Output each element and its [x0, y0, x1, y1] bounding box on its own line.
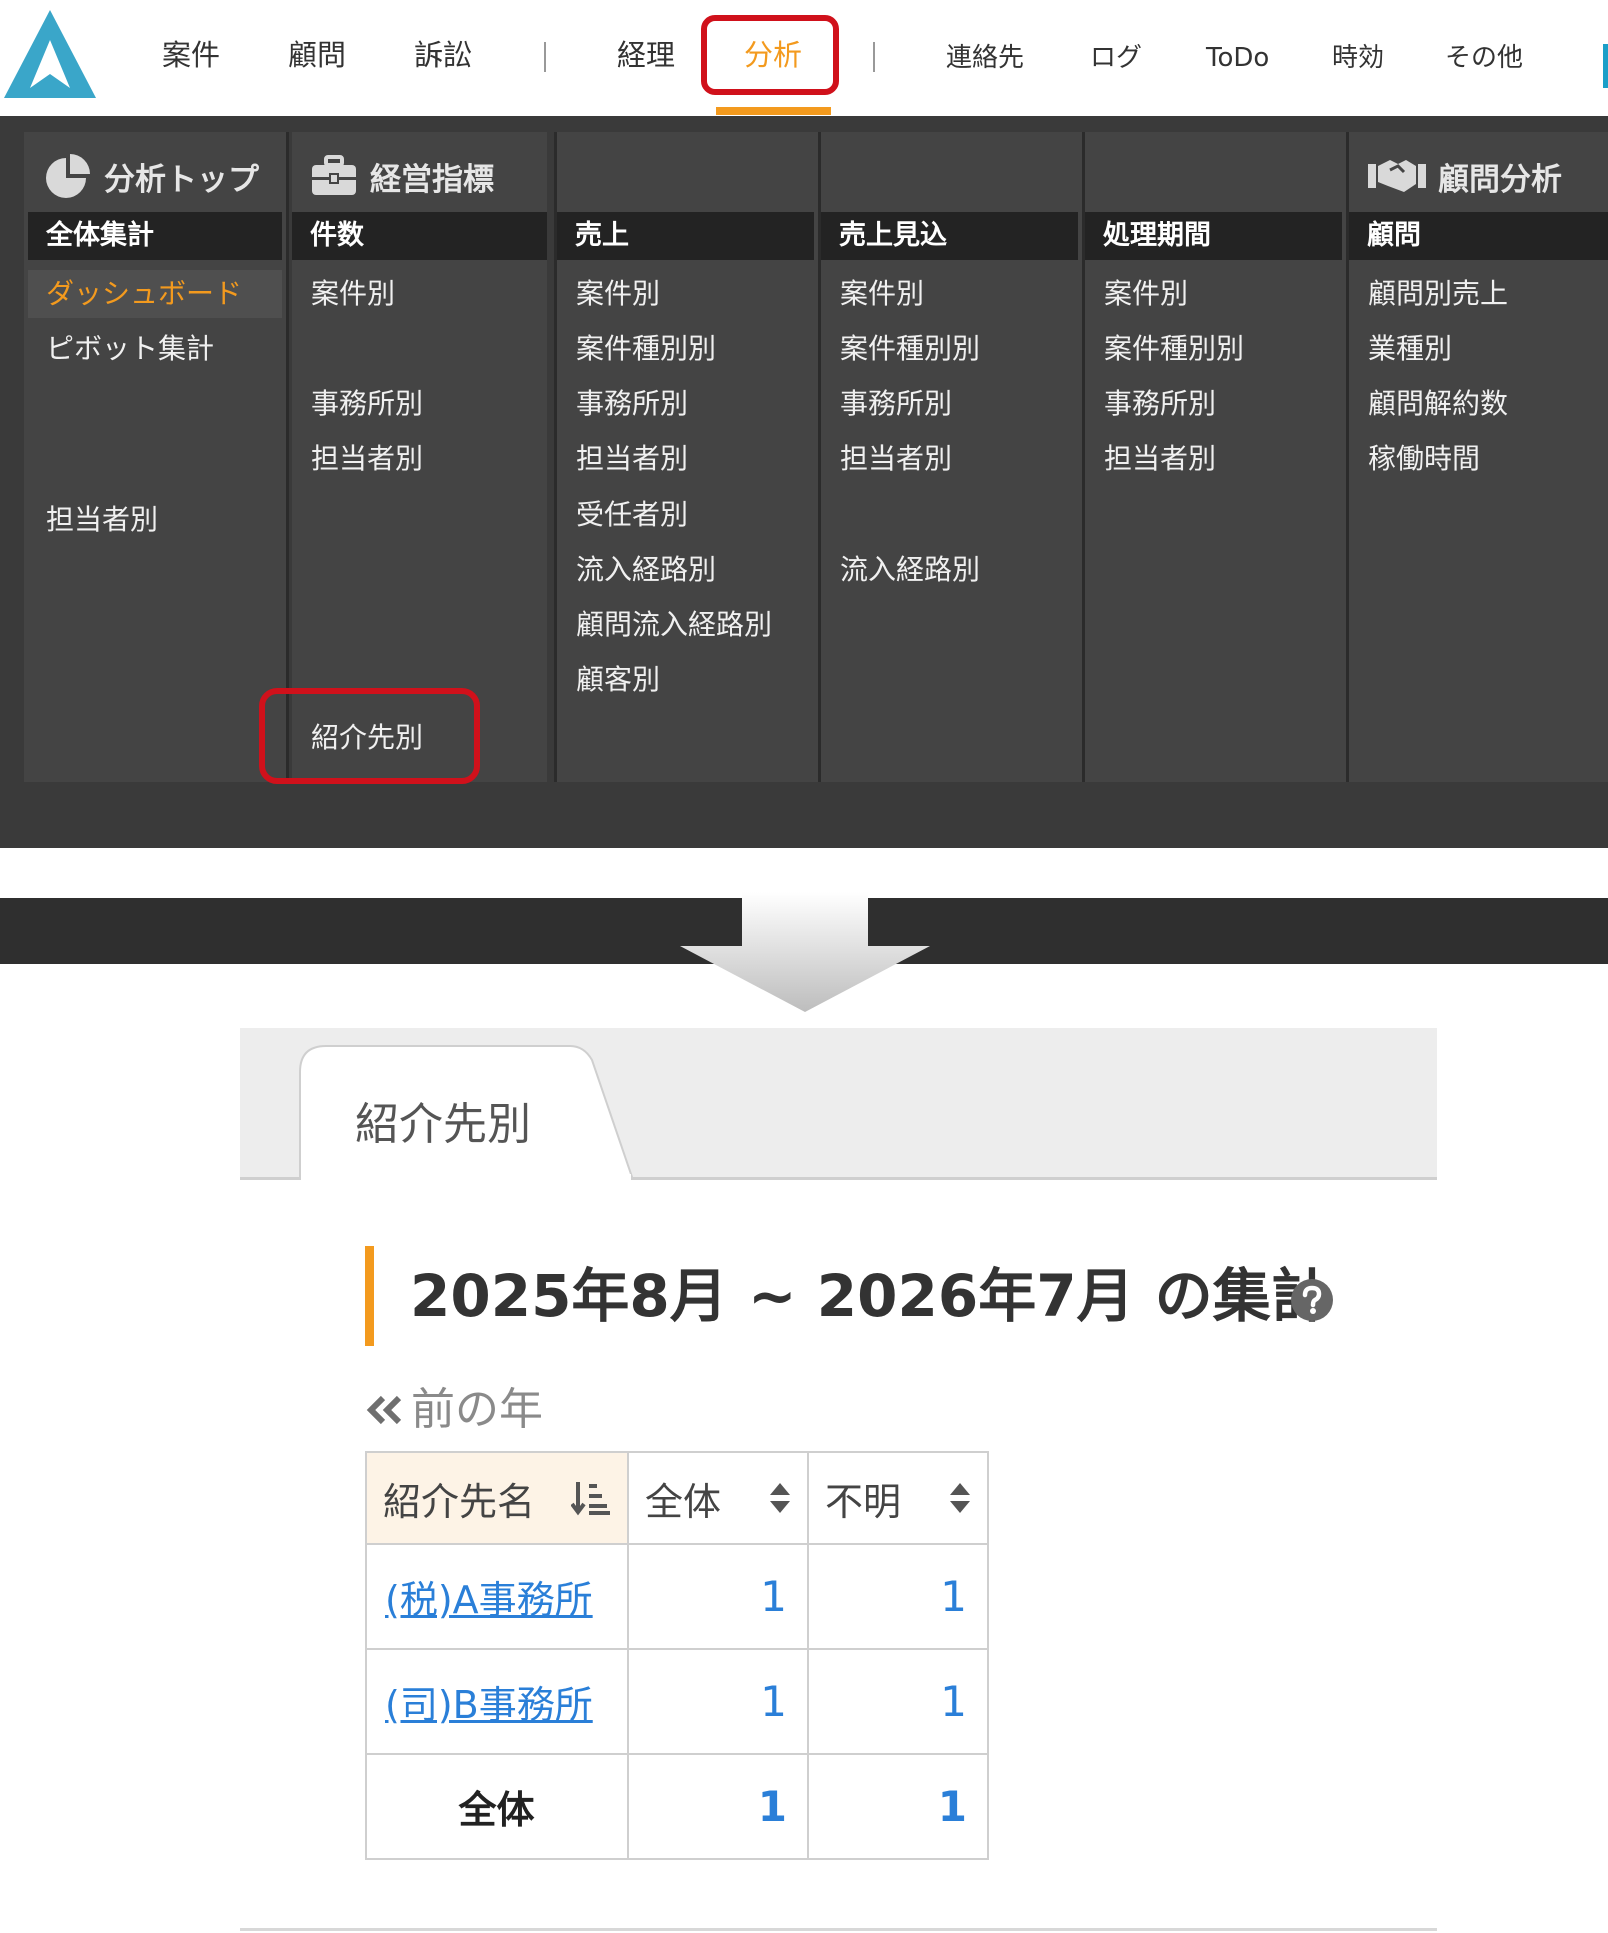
menu-link-forecast-by-channel[interactable]: 流入経路別 [840, 546, 980, 594]
menu-link-sales-by-case-type[interactable]: 案件種別別 [576, 325, 716, 373]
col-header-overall: 全体集計 [28, 212, 282, 260]
menu-link-period-by-office[interactable]: 事務所別 [1104, 380, 1216, 428]
group-management-label: 経営指標 [370, 161, 494, 198]
table-header-row: 紹介先名 全体 不明 [365, 1451, 989, 1545]
sort-updown-icon[interactable] [769, 1481, 791, 1515]
col-header-advisory: 顧問 [1349, 212, 1608, 260]
nav-item-cases[interactable]: 案件 [162, 30, 220, 80]
col-unknown[interactable]: 不明 [807, 1451, 989, 1545]
nav-analysis-highlight-box [701, 15, 839, 95]
menu-link-advisory-cancellations[interactable]: 顧問解約数 [1368, 380, 1508, 428]
nav-item-other[interactable]: その他 [1445, 33, 1523, 83]
menu-link-pivot[interactable]: ピボット集計 [46, 325, 214, 373]
referrer-name-cell: (税)A事務所 [365, 1543, 629, 1650]
nav-item-accounting[interactable]: 経理 [617, 30, 675, 80]
pie-chart-icon [46, 154, 90, 198]
total-count-cell[interactable]: 1 [627, 1648, 809, 1755]
col-unknown-label: 不明 [825, 1479, 902, 1524]
table-total-row: 全体 1 1 [365, 1753, 989, 1860]
question-circle-icon[interactable] [1290, 1278, 1334, 1322]
menu-link-forecast-by-case[interactable]: 案件別 [840, 270, 924, 318]
down-arrow-icon [680, 892, 930, 1012]
menu-link-count-by-case[interactable]: 案件別 [311, 270, 395, 318]
group-analysis-top[interactable]: 分析トップ [44, 146, 259, 206]
nav-item-contacts[interactable]: 連絡先 [946, 33, 1024, 83]
col-referrer-name-label: 紹介先名 [383, 1479, 536, 1524]
menu-link-forecast-by-staff[interactable]: 担当者別 [840, 435, 952, 483]
referrer-name-cell: (司)B事務所 [365, 1648, 629, 1755]
menu-link-period-by-case-type[interactable]: 案件種別別 [1104, 325, 1244, 373]
col-header-processing-period: 処理期間 [1085, 212, 1342, 260]
menu-link-period-by-case[interactable]: 案件別 [1104, 270, 1188, 318]
nav-divider [873, 42, 875, 72]
referrer-link[interactable]: (税)A事務所 [385, 1578, 593, 1622]
nav-item-log[interactable]: ログ [1090, 33, 1142, 83]
grand-unknown-cell[interactable]: 1 [807, 1753, 989, 1860]
app-logo[interactable] [4, 10, 96, 98]
nav-item-litigation[interactable]: 訴訟 [414, 30, 472, 80]
group-analysis-top-label: 分析トップ [104, 161, 259, 198]
analysis-mega-menu: 分析トップ 経営指標 顧問分析 全体集計 件数 売上 売上見込 処理期間 顧問 … [0, 116, 1608, 964]
sort-ascending-icon[interactable] [571, 1480, 611, 1516]
menu-link-sales-by-assignee[interactable]: 受任者別 [576, 491, 688, 539]
table-row: (税)A事務所 1 1 [365, 1543, 989, 1650]
table-row: (司)B事務所 1 1 [365, 1648, 989, 1755]
col-header-sales: 売上 [557, 212, 814, 260]
menu-link-sales-by-staff[interactable]: 担当者別 [576, 435, 688, 483]
menu-link-forecast-by-case-type[interactable]: 案件種別別 [840, 325, 980, 373]
col-total-label: 全体 [645, 1479, 722, 1524]
nav-item-prescription[interactable]: 時効 [1332, 33, 1384, 83]
col-referrer-name[interactable]: 紹介先名 [365, 1451, 629, 1545]
nav-item-advisory[interactable]: 顧問 [288, 30, 346, 80]
unknown-count-cell[interactable]: 1 [807, 1543, 989, 1650]
bottom-divider [240, 1928, 1437, 1931]
menu-link-sales-by-office[interactable]: 事務所別 [576, 380, 688, 428]
referrer-menu-highlight-box [259, 688, 480, 784]
referrer-link[interactable]: (司)B事務所 [385, 1683, 593, 1727]
col-total[interactable]: 全体 [627, 1451, 809, 1545]
prev-year-link[interactable]: 前の年 [365, 1382, 543, 1438]
referrer-summary-table: 紹介先名 全体 不明 (税)A事務所 1 1 (司)B事務所 1 1 全体 1 … [365, 1451, 989, 1860]
nav-right-edge [1603, 44, 1608, 88]
menu-link-sales-by-client[interactable]: 顧客別 [576, 656, 660, 704]
menu-link-sales-by-channel[interactable]: 流入経路別 [576, 546, 716, 594]
menu-link-sales-by-case[interactable]: 案件別 [576, 270, 660, 318]
nav-active-indicator [716, 107, 831, 115]
group-advisory-analysis: 顧問分析 [1368, 146, 1562, 206]
total-row-label: 全体 [365, 1753, 629, 1860]
col-header-sales-forecast: 売上見込 [821, 212, 1078, 260]
heading-accent-bar [365, 1246, 374, 1346]
total-count-cell[interactable]: 1 [627, 1543, 809, 1650]
tab-referrer-label: 紹介先別 [355, 1099, 531, 1150]
handshake-icon [1368, 160, 1426, 192]
menu-link-working-hours[interactable]: 稼働時間 [1368, 435, 1480, 483]
menu-link-count-by-staff[interactable]: 担当者別 [311, 435, 423, 483]
group-management: 経営指標 [310, 146, 494, 206]
nav-item-todo[interactable]: ToDo [1206, 33, 1269, 83]
top-navigation-bar: 案件 顧問 訴訟 経理 分析 連絡先 ログ ToDo 時効 その他 [0, 0, 1608, 116]
menu-link-overall-by-staff[interactable]: 担当者別 [46, 496, 158, 544]
menu-link-advisory-sales[interactable]: 顧問別売上 [1368, 270, 1508, 318]
menu-link-dashboard[interactable]: ダッシュボード [28, 270, 282, 318]
grand-total-cell[interactable]: 1 [627, 1753, 809, 1860]
double-chevron-left-icon [366, 1395, 402, 1425]
group-advisory-analysis-label: 顧問分析 [1438, 161, 1562, 198]
prev-year-label: 前の年 [411, 1384, 543, 1435]
menu-link-count-by-office[interactable]: 事務所別 [311, 380, 423, 428]
page-title: 2025年8月 ~ 2026年7月 の集計 [410, 1262, 1329, 1330]
menu-link-sales-by-advisory-channel[interactable]: 顧問流入経路別 [576, 601, 772, 649]
menu-link-forecast-by-office[interactable]: 事務所別 [840, 380, 952, 428]
col-header-count: 件数 [292, 212, 547, 260]
briefcase-icon [312, 155, 356, 195]
unknown-count-cell[interactable]: 1 [807, 1648, 989, 1755]
menu-link-period-by-staff[interactable]: 担当者別 [1104, 435, 1216, 483]
sort-updown-icon[interactable] [949, 1481, 971, 1515]
column-divider [286, 132, 289, 782]
nav-divider [544, 42, 546, 72]
menu-link-advisory-by-industry[interactable]: 業種別 [1368, 325, 1452, 373]
